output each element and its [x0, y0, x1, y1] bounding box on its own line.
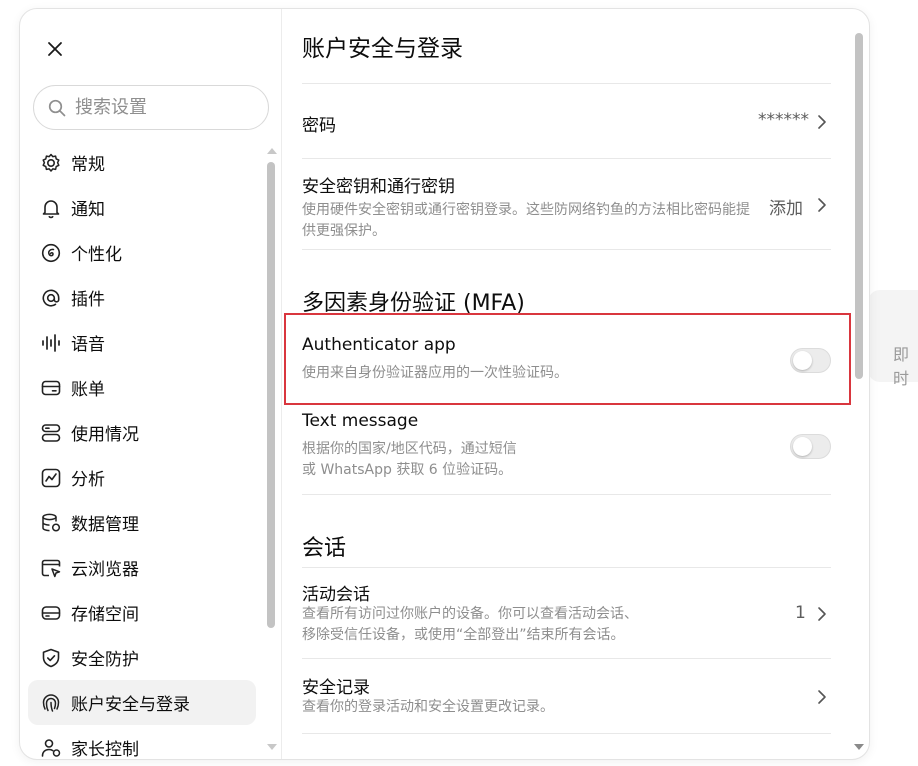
sidebar-item-label: 家长控制 — [71, 740, 139, 760]
sidebar-item-label: 安全防护 — [71, 650, 139, 670]
at-icon — [42, 289, 60, 307]
divider — [302, 567, 831, 568]
settings-nav: 常规 通知 个性化 插件 语音 账单 使用情况 分析 数据管理 云浏览器 存储空… — [28, 140, 256, 760]
authenticator-app-title: Authenticator app — [302, 335, 456, 355]
background-panel-text: 即时 — [893, 345, 910, 388]
sidebar-item-plugins[interactable]: 插件 — [28, 275, 256, 320]
cloud-browser-icon — [41, 559, 61, 577]
sidebar-item-label: 数据管理 — [71, 515, 139, 535]
sidebar-item-security-protection[interactable]: 安全防护 — [28, 635, 256, 680]
text-message-description-line2: 或 WhatsApp 获取 6 位验证码。 — [302, 462, 513, 478]
parental-icon — [41, 738, 61, 757]
settings-content: 账户安全与登录 密码 ****** 安全密钥和通行密钥 使用硬件安全密钥或通行密… — [282, 9, 869, 759]
add-passkey-button[interactable]: 添加 — [769, 194, 803, 219]
sidebar-item-label: 云浏览器 — [71, 560, 139, 580]
scroll-down-arrow-icon[interactable] — [853, 743, 865, 751]
chevron-right-icon[interactable] — [817, 606, 827, 622]
text-message-toggle[interactable] — [790, 434, 831, 459]
shield-icon — [42, 648, 60, 667]
password-value: ****** — [758, 110, 809, 130]
sidebar-item-label: 使用情况 — [71, 425, 139, 445]
personalize-icon — [41, 243, 61, 262]
sidebar-item-data-management[interactable]: 数据管理 — [28, 500, 256, 545]
sidebar-item-general[interactable]: 常规 — [28, 140, 256, 185]
passkeys-description: 使用硬件安全密钥或通行密钥登录。这些防网络钓鱼的方法相比密码能提供更强保护。 — [302, 202, 750, 239]
authenticator-app-description: 使用来自身份验证器应用的一次性验证码。 — [302, 365, 568, 381]
passkeys-title: 安全密钥和通行密钥 — [302, 177, 455, 197]
sidebar-item-label: 个性化 — [71, 245, 122, 265]
mfa-section-title: 多因素身份验证 (MFA) — [302, 291, 525, 316]
chevron-right-icon[interactable] — [817, 197, 827, 213]
storage-icon — [41, 605, 61, 620]
active-sessions-description-line2: 移除受信任设备，或使用“全部登出”结束所有会话。 — [302, 627, 625, 643]
active-sessions-title: 活动会话 — [302, 585, 370, 605]
content-scrollbar-thumb[interactable] — [855, 33, 863, 379]
fingerprint-icon — [42, 693, 60, 712]
sidebar-item-label: 账单 — [71, 380, 105, 400]
scroll-up-arrow-icon[interactable] — [266, 147, 278, 155]
sidebar-item-notifications[interactable]: 通知 — [28, 185, 256, 230]
text-message-description-line1: 根据你的国家/地区代码，通过短信 — [302, 441, 517, 457]
gear-icon — [42, 153, 60, 172]
sidebar-item-label: 常规 — [71, 155, 105, 175]
sidebar-item-personalization[interactable]: 个性化 — [28, 230, 256, 275]
password-title: 密码 — [302, 116, 336, 136]
divider — [302, 733, 831, 734]
search-input[interactable] — [75, 97, 245, 118]
sidebar-item-label: 账户安全与登录 — [71, 695, 190, 715]
sidebar-item-label: 插件 — [71, 290, 105, 310]
search-icon — [48, 99, 66, 116]
settings-dialog: 常规 通知 个性化 插件 语音 账单 — [19, 8, 870, 760]
page-title: 账户安全与登录 — [302, 36, 463, 62]
card-icon — [41, 380, 61, 395]
toggle-knob — [793, 437, 812, 456]
search-box[interactable] — [33, 85, 269, 130]
divider — [302, 158, 831, 159]
sidebar-item-billing[interactable]: 账单 — [28, 365, 256, 410]
sidebar-item-voice[interactable]: 语音 — [28, 320, 256, 365]
waveform-icon — [42, 333, 60, 352]
close-icon — [48, 42, 62, 56]
sessions-section-title: 会话 — [302, 536, 347, 561]
divider — [302, 404, 831, 405]
sidebar-item-analytics[interactable]: 分析 — [28, 455, 256, 500]
active-sessions-description-line1: 查看所有访问过你账户的设备。你可以查看活动会话、 — [302, 606, 638, 622]
active-sessions-count: 1 — [795, 603, 806, 623]
authenticator-app-toggle[interactable] — [790, 348, 831, 373]
sidebar-scrollbar-thumb[interactable] — [267, 162, 275, 628]
sidebar-item-usage[interactable]: 使用情况 — [28, 410, 256, 455]
usage-icon — [41, 423, 61, 442]
sidebar-item-parental-controls[interactable]: 家长控制 — [28, 725, 256, 760]
divider — [302, 658, 831, 659]
security-log-title: 安全记录 — [302, 678, 370, 698]
sidebar-item-label: 语音 — [71, 335, 105, 355]
settings-sidebar: 常规 通知 个性化 插件 语音 账单 — [20, 9, 282, 759]
sidebar-item-label: 分析 — [71, 470, 105, 490]
divider — [302, 83, 831, 84]
text-message-title: Text message — [302, 411, 419, 431]
sidebar-item-storage[interactable]: 存储空间 — [28, 590, 256, 635]
security-log-description: 查看你的登录活动和安全设置更改记录。 — [302, 699, 554, 715]
sidebar-item-label: 存储空间 — [71, 605, 139, 625]
sidebar-item-cloud-browser[interactable]: 云浏览器 — [28, 545, 256, 590]
close-button[interactable] — [40, 34, 70, 64]
scroll-down-arrow-icon[interactable] — [266, 743, 278, 751]
chevron-right-icon[interactable] — [817, 689, 827, 705]
sidebar-item-label: 通知 — [71, 200, 105, 220]
toggle-knob — [793, 351, 812, 370]
database-icon — [42, 513, 61, 532]
chart-icon — [41, 468, 61, 487]
divider — [302, 494, 831, 495]
chevron-right-icon[interactable] — [817, 114, 827, 130]
bell-icon — [42, 199, 60, 218]
sidebar-item-account-security[interactable]: 账户安全与登录 — [28, 680, 256, 725]
divider — [302, 249, 831, 250]
